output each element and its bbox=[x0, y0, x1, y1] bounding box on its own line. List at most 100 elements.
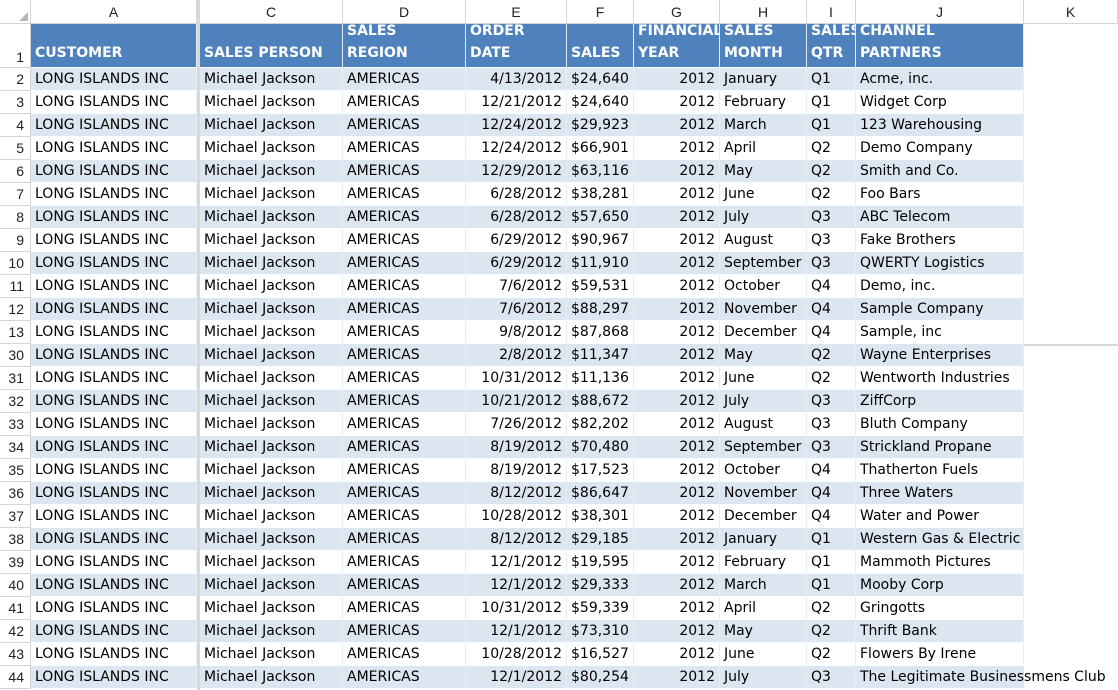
row-header-5[interactable]: 5 bbox=[0, 137, 31, 160]
cell-i-35[interactable]: Q4 bbox=[807, 459, 856, 482]
row-header-38[interactable]: 38 bbox=[0, 528, 31, 551]
cell-i-39[interactable]: Q1 bbox=[807, 551, 856, 574]
cell-h-40[interactable]: March bbox=[720, 574, 807, 597]
cell-c-8[interactable]: Michael Jackson bbox=[200, 206, 343, 229]
cell-d-13[interactable]: AMERICAS bbox=[343, 321, 466, 344]
cell-h-36[interactable]: November bbox=[720, 482, 807, 505]
cell-c-36[interactable]: Michael Jackson bbox=[200, 482, 343, 505]
cell-g-12[interactable]: 2012 bbox=[634, 298, 720, 321]
column-header-f[interactable]: F bbox=[567, 0, 634, 24]
cell-f-44[interactable]: $80,254 bbox=[567, 666, 634, 689]
cell-c-43[interactable]: Michael Jackson bbox=[200, 643, 343, 666]
cell-a-11[interactable]: LONG ISLANDS INC bbox=[31, 275, 197, 298]
cell-j-7[interactable]: Foo Bars bbox=[856, 183, 1024, 206]
cell-h-6[interactable]: May bbox=[720, 160, 807, 183]
cell-c-4[interactable]: Michael Jackson bbox=[200, 114, 343, 137]
cell-c-6[interactable]: Michael Jackson bbox=[200, 160, 343, 183]
column-header-i[interactable]: I bbox=[807, 0, 856, 24]
cell-i-38[interactable]: Q1 bbox=[807, 528, 856, 551]
cell-g-4[interactable]: 2012 bbox=[634, 114, 720, 137]
cell-a-7[interactable]: LONG ISLANDS INC bbox=[31, 183, 197, 206]
cell-i-4[interactable]: Q1 bbox=[807, 114, 856, 137]
cell-d-43[interactable]: AMERICAS bbox=[343, 643, 466, 666]
cell-d-4[interactable]: AMERICAS bbox=[343, 114, 466, 137]
cell-c-34[interactable]: Michael Jackson bbox=[200, 436, 343, 459]
cell-d-9[interactable]: AMERICAS bbox=[343, 229, 466, 252]
cell-d-32[interactable]: AMERICAS bbox=[343, 390, 466, 413]
header-cell-order-date[interactable]: ORDER DATE bbox=[466, 24, 567, 68]
cell-c-2[interactable]: Michael Jackson bbox=[200, 68, 343, 91]
row-header-11[interactable]: 11 bbox=[0, 275, 31, 298]
cell-d-33[interactable]: AMERICAS bbox=[343, 413, 466, 436]
cell-h-37[interactable]: December bbox=[720, 505, 807, 528]
row-header-44[interactable]: 44 bbox=[0, 666, 31, 689]
cell-c-32[interactable]: Michael Jackson bbox=[200, 390, 343, 413]
cell-e-3[interactable]: 12/21/2012 bbox=[466, 91, 567, 114]
column-header-j[interactable]: J bbox=[856, 0, 1024, 24]
cell-i-6[interactable]: Q2 bbox=[807, 160, 856, 183]
cell-g-38[interactable]: 2012 bbox=[634, 528, 720, 551]
row-header-42[interactable]: 42 bbox=[0, 620, 31, 643]
cell-h-35[interactable]: October bbox=[720, 459, 807, 482]
cell-e-43[interactable]: 10/28/2012 bbox=[466, 643, 567, 666]
header-cell-financial-year[interactable]: FINANCIAL YEAR bbox=[634, 24, 720, 68]
cell-e-33[interactable]: 7/26/2012 bbox=[466, 413, 567, 436]
cell-c-44[interactable]: Michael Jackson bbox=[200, 666, 343, 689]
cell-a-38[interactable]: LONG ISLANDS INC bbox=[31, 528, 197, 551]
cell-e-9[interactable]: 6/29/2012 bbox=[466, 229, 567, 252]
cell-j-38[interactable]: Western Gas & Electric bbox=[856, 528, 1024, 551]
cell-f-11[interactable]: $59,531 bbox=[567, 275, 634, 298]
column-header-g[interactable]: G bbox=[634, 0, 720, 24]
cell-j-8[interactable]: ABC Telecom bbox=[856, 206, 1024, 229]
cell-j-5[interactable]: Demo Company bbox=[856, 137, 1024, 160]
header-cell-sales-region[interactable]: SALES REGION bbox=[343, 24, 466, 68]
cell-d-41[interactable]: AMERICAS bbox=[343, 597, 466, 620]
cell-a-2[interactable]: LONG ISLANDS INC bbox=[31, 68, 197, 91]
cell-f-32[interactable]: $88,672 bbox=[567, 390, 634, 413]
cell-d-36[interactable]: AMERICAS bbox=[343, 482, 466, 505]
freeze-pane-vertical-divider[interactable] bbox=[197, 0, 200, 690]
cell-i-2[interactable]: Q1 bbox=[807, 68, 856, 91]
column-header-a[interactable]: A bbox=[31, 0, 197, 24]
cell-e-4[interactable]: 12/24/2012 bbox=[466, 114, 567, 137]
cell-g-2[interactable]: 2012 bbox=[634, 68, 720, 91]
cell-h-11[interactable]: October bbox=[720, 275, 807, 298]
cell-e-38[interactable]: 8/12/2012 bbox=[466, 528, 567, 551]
cell-e-39[interactable]: 12/1/2012 bbox=[466, 551, 567, 574]
cell-f-2[interactable]: $24,640 bbox=[567, 68, 634, 91]
cell-g-35[interactable]: 2012 bbox=[634, 459, 720, 482]
cell-i-11[interactable]: Q4 bbox=[807, 275, 856, 298]
cell-h-30[interactable]: May bbox=[720, 344, 807, 367]
cell-j-9[interactable]: Fake Brothers bbox=[856, 229, 1024, 252]
cell-j-10[interactable]: QWERTY Logistics bbox=[856, 252, 1024, 275]
cell-i-42[interactable]: Q2 bbox=[807, 620, 856, 643]
cell-h-38[interactable]: January bbox=[720, 528, 807, 551]
cell-h-41[interactable]: April bbox=[720, 597, 807, 620]
cell-a-30[interactable]: LONG ISLANDS INC bbox=[31, 344, 197, 367]
cell-f-30[interactable]: $11,347 bbox=[567, 344, 634, 367]
cell-j-12[interactable]: Sample Company bbox=[856, 298, 1024, 321]
cell-d-11[interactable]: AMERICAS bbox=[343, 275, 466, 298]
cell-g-33[interactable]: 2012 bbox=[634, 413, 720, 436]
cell-f-5[interactable]: $66,901 bbox=[567, 137, 634, 160]
cell-j-44[interactable]: The Legitimate Businessmens Club bbox=[856, 666, 1118, 689]
cell-c-30[interactable]: Michael Jackson bbox=[200, 344, 343, 367]
cell-d-3[interactable]: AMERICAS bbox=[343, 91, 466, 114]
cell-e-13[interactable]: 9/8/2012 bbox=[466, 321, 567, 344]
cell-d-35[interactable]: AMERICAS bbox=[343, 459, 466, 482]
cell-e-41[interactable]: 10/31/2012 bbox=[466, 597, 567, 620]
cell-j-35[interactable]: Thatherton Fuels bbox=[856, 459, 1024, 482]
cell-f-35[interactable]: $17,523 bbox=[567, 459, 634, 482]
cell-h-33[interactable]: August bbox=[720, 413, 807, 436]
cell-g-40[interactable]: 2012 bbox=[634, 574, 720, 597]
cell-d-5[interactable]: AMERICAS bbox=[343, 137, 466, 160]
cell-a-40[interactable]: LONG ISLANDS INC bbox=[31, 574, 197, 597]
cell-a-42[interactable]: LONG ISLANDS INC bbox=[31, 620, 197, 643]
cell-c-33[interactable]: Michael Jackson bbox=[200, 413, 343, 436]
cell-h-8[interactable]: July bbox=[720, 206, 807, 229]
cell-c-9[interactable]: Michael Jackson bbox=[200, 229, 343, 252]
cell-f-12[interactable]: $88,297 bbox=[567, 298, 634, 321]
cell-i-7[interactable]: Q2 bbox=[807, 183, 856, 206]
cell-h-7[interactable]: June bbox=[720, 183, 807, 206]
cell-a-44[interactable]: LONG ISLANDS INC bbox=[31, 666, 197, 689]
